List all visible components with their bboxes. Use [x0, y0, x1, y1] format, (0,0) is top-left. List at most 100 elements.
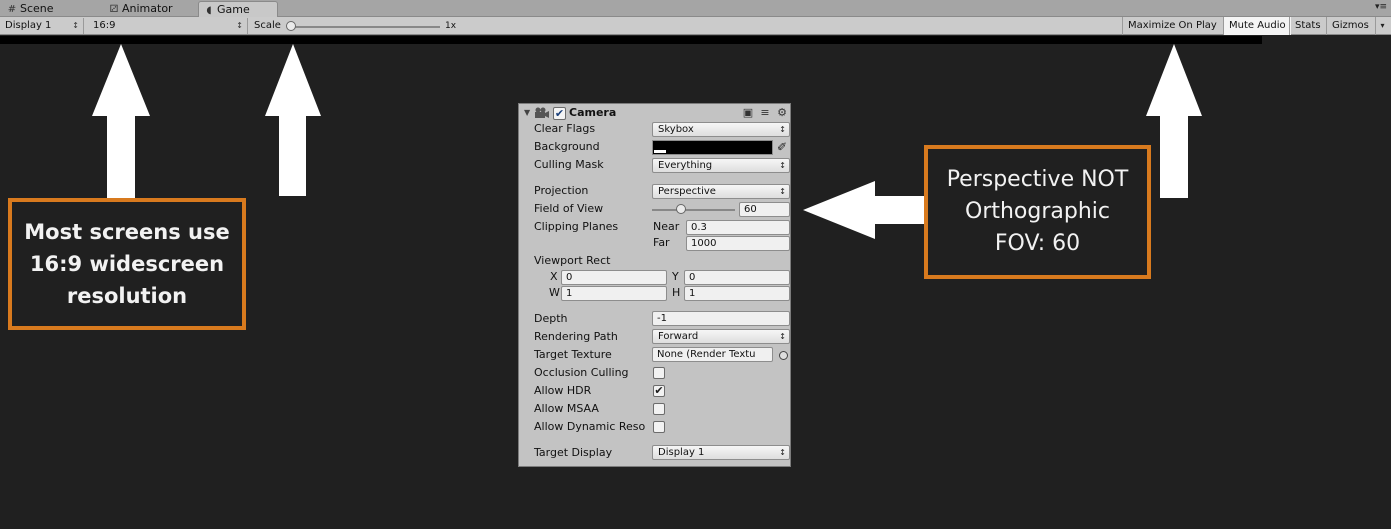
- viewport-h-field[interactable]: 1: [684, 286, 790, 301]
- target-texture-field[interactable]: None (Render Textu: [652, 347, 773, 362]
- clipping-planes-label: Clipping Planes: [534, 220, 619, 233]
- projection-value: Perspective: [658, 186, 716, 197]
- fov-slider-track[interactable]: [652, 209, 735, 211]
- updown-arrows-icon: ↕: [72, 21, 79, 30]
- occlusion-culling-checkbox[interactable]: [653, 367, 665, 379]
- aspect-dropdown-label: 16:9: [93, 20, 116, 31]
- fov-label: Field of View: [534, 202, 604, 215]
- culling-mask-dropdown[interactable]: Everything ↕: [652, 158, 790, 173]
- object-picker-icon[interactable]: [779, 351, 788, 360]
- scale-label: Scale: [254, 20, 281, 31]
- camera-inspector: ▼ ✔ Camera ▣ ≡ ⚙ Clear Flags Skybox ↕ Ba…: [518, 103, 791, 467]
- callout-left-line-1: Most screens use: [24, 220, 230, 244]
- tab-menu-icon[interactable]: ▾≡: [1375, 2, 1387, 12]
- callout-aspect-ratio: Most screens use 16:9 widescreen resolut…: [8, 198, 246, 330]
- tab-animator-label: Animator: [122, 2, 173, 15]
- fov-field[interactable]: 60: [739, 202, 790, 217]
- allow-dynamic-resolution-checkbox[interactable]: [653, 421, 665, 433]
- maximize-on-play-button[interactable]: Maximize On Play: [1122, 17, 1222, 35]
- background-label: Background: [534, 140, 600, 153]
- allow-dynamic-resolution-label: Allow Dynamic Reso: [534, 420, 646, 433]
- aspect-dropdown[interactable]: 16:9 ↕: [88, 18, 248, 34]
- up-arrow-aspect: [92, 44, 150, 198]
- depth-field[interactable]: -1: [652, 311, 790, 326]
- occlusion-culling-label: Occlusion Culling: [534, 366, 629, 379]
- camera-enabled-checkbox[interactable]: ✔: [553, 107, 566, 120]
- target-display-value: Display 1: [658, 447, 705, 458]
- eyedropper-icon[interactable]: ✐: [777, 140, 787, 154]
- clear-flags-value: Skybox: [658, 124, 694, 135]
- projection-dropdown[interactable]: Perspective ↕: [652, 184, 790, 199]
- tab-animator[interactable]: ⚂ Animator: [104, 1, 194, 17]
- viewport-h-label: H: [672, 286, 681, 299]
- allow-msaa-label: Allow MSAA: [534, 402, 599, 415]
- clear-flags-dropdown[interactable]: Skybox ↕: [652, 122, 790, 137]
- callout-left-line-2: 16:9 widescreen: [29, 252, 225, 276]
- gizmos-dropdown-arrow-icon[interactable]: ▾: [1375, 17, 1389, 35]
- stats-button[interactable]: Stats: [1289, 17, 1326, 35]
- animator-icon: ⚂: [109, 4, 119, 15]
- near-field[interactable]: 0.3: [686, 220, 790, 235]
- viewport-y-field[interactable]: 0: [684, 270, 790, 285]
- far-label: Far: [653, 236, 670, 249]
- up-arrow-maximize: [1146, 44, 1202, 198]
- allow-hdr-checkbox[interactable]: ✔: [653, 385, 665, 397]
- display-dropdown[interactable]: Display 1 ↕: [0, 18, 84, 34]
- target-display-label: Target Display: [534, 446, 613, 459]
- viewport-x-label: X: [550, 270, 558, 283]
- scale-slider-thumb[interactable]: [286, 21, 296, 31]
- target-display-dropdown[interactable]: Display 1 ↕: [652, 445, 790, 460]
- grid-icon: #: [7, 4, 17, 15]
- rendering-path-dropdown[interactable]: Forward ↕: [652, 329, 790, 344]
- rendering-path-value: Forward: [658, 331, 699, 342]
- gizmos-button[interactable]: Gizmos: [1326, 17, 1374, 35]
- gear-icon[interactable]: ⚙: [775, 106, 789, 120]
- scale-slider-track[interactable]: [290, 26, 440, 28]
- updown-arrows-icon: ↕: [779, 161, 786, 170]
- viewport-y-label: Y: [672, 270, 679, 283]
- tab-game[interactable]: ◖ Game: [198, 1, 278, 17]
- callout-left-line-3: resolution: [66, 284, 188, 308]
- far-field[interactable]: 1000: [686, 236, 790, 251]
- near-label: Near: [653, 220, 680, 233]
- rendering-path-label: Rendering Path: [534, 330, 618, 343]
- display-dropdown-label: Display 1: [5, 20, 52, 31]
- callout-right-line-1: Perspective NOT: [946, 167, 1129, 192]
- clear-flags-label: Clear Flags: [534, 122, 596, 135]
- viewport-w-label: W: [549, 286, 560, 299]
- depth-label: Depth: [534, 312, 568, 325]
- preset-sliders-icon[interactable]: ≡: [758, 106, 772, 120]
- culling-mask-value: Everything: [658, 160, 713, 171]
- mute-audio-button[interactable]: Mute Audio: [1223, 17, 1291, 35]
- left-arrow-projection: [803, 181, 927, 239]
- camera-component-header[interactable]: ▼ ✔ Camera ▣ ≡ ⚙: [519, 104, 790, 122]
- viewport-rect-label: Viewport Rect: [534, 254, 611, 267]
- background-color-field[interactable]: [652, 140, 773, 155]
- allow-hdr-label: Allow HDR: [534, 384, 592, 397]
- updown-arrows-icon: ↕: [236, 21, 243, 30]
- culling-mask-label: Culling Mask: [534, 158, 604, 171]
- fov-slider-thumb[interactable]: [676, 204, 686, 214]
- callout-projection: Perspective NOT Orthographic FOV: 60: [924, 145, 1151, 279]
- target-texture-label: Target Texture: [534, 348, 612, 361]
- book-icon[interactable]: ▣: [741, 106, 755, 120]
- scale-value: 1x: [445, 21, 457, 31]
- updown-arrows-icon: ↕: [779, 187, 786, 196]
- allow-msaa-checkbox[interactable]: [653, 403, 665, 415]
- callout-right-line-2: Orthographic: [965, 199, 1110, 224]
- updown-arrows-icon: ↕: [779, 125, 786, 134]
- tab-scene[interactable]: # Scene: [2, 1, 86, 17]
- tab-scene-label: Scene: [20, 2, 54, 15]
- tab-bar: # Scene ⚂ Animator ◖ Game ▾≡: [0, 0, 1391, 17]
- camera-component-title: Camera: [569, 106, 617, 119]
- foldout-arrow-icon[interactable]: ▼: [524, 108, 530, 117]
- viewport-w-field[interactable]: 1: [561, 286, 667, 301]
- up-arrow-scale: [265, 44, 321, 196]
- viewport-x-field[interactable]: 0: [561, 270, 667, 285]
- camera-icon: [535, 107, 549, 118]
- game-viewport-edge: [0, 36, 1262, 44]
- game-toolbar: Display 1 ↕ 16:9 ↕ Scale 1x Maximize On …: [0, 17, 1391, 35]
- updown-arrows-icon: ↕: [779, 332, 786, 341]
- updown-arrows-icon: ↕: [779, 448, 786, 457]
- callout-right-line-3: FOV: 60: [994, 231, 1081, 256]
